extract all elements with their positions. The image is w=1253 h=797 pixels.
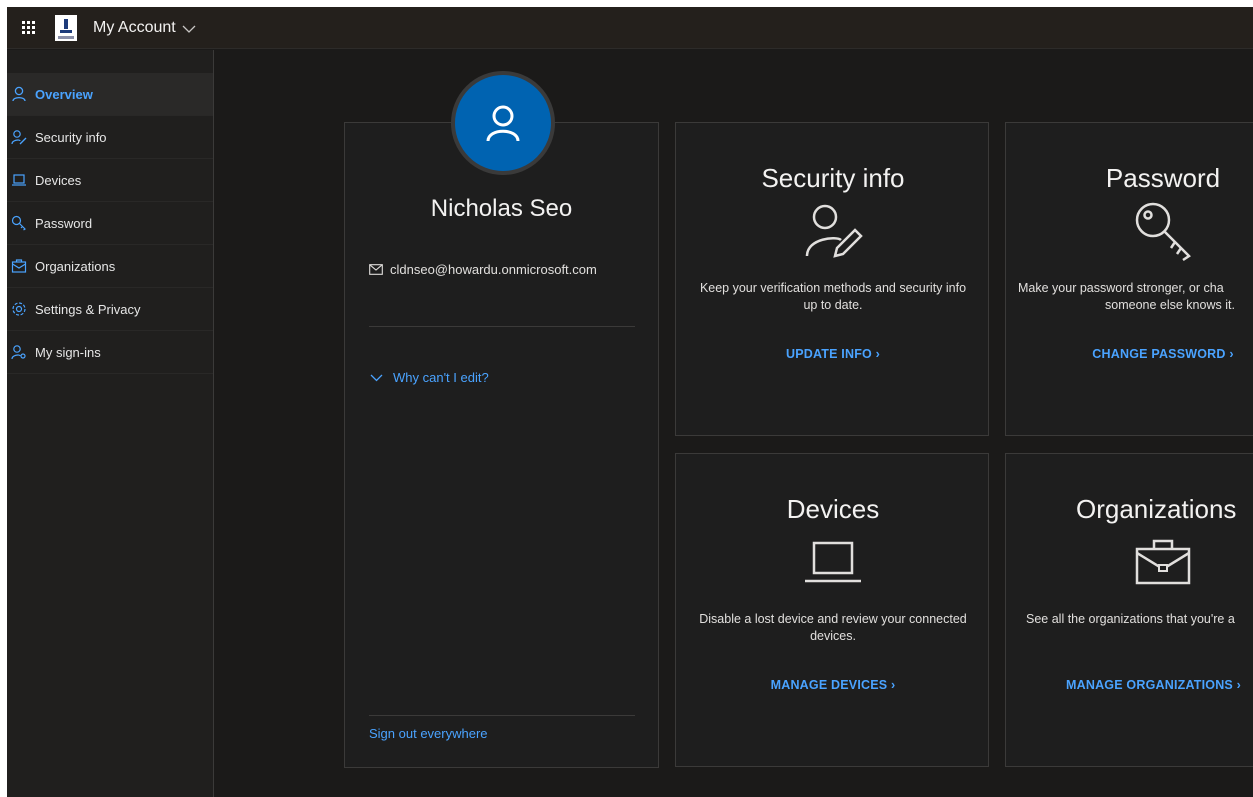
manage-devices-link[interactable]: MANAGE DEVICES › — [676, 678, 990, 692]
sidebar: Overview Security info Devices Password … — [7, 50, 214, 797]
description-line: someone else knows it. — [1105, 298, 1235, 312]
person-key-icon — [11, 129, 27, 145]
divider — [369, 715, 635, 716]
sidebar-item-devices[interactable]: Devices — [7, 159, 213, 202]
laptop-icon — [798, 526, 868, 596]
sign-out-everywhere-link[interactable]: Sign out everywhere — [369, 726, 488, 741]
chevron-down-icon — [370, 374, 383, 381]
sidebar-item-settings-privacy[interactable]: Settings & Privacy — [7, 288, 213, 331]
security-info-card: Security info Keep your verification met… — [675, 122, 989, 436]
avatar — [451, 71, 555, 175]
sidebar-item-label: Organizations — [35, 258, 116, 274]
devices-card: Devices Disable a lost device and review… — [675, 453, 989, 767]
sidebar-item-my-sign-ins[interactable]: My sign-ins — [7, 331, 213, 374]
password-card: Password Make your password stronger, or… — [1005, 122, 1253, 436]
description-line: Make your password stronger, or cha — [1018, 281, 1224, 295]
app-window: My Account Overview Security info Device… — [7, 7, 1253, 797]
organizations-card: Organizations See all the organizations … — [1005, 453, 1253, 767]
briefcase-icon — [11, 258, 27, 274]
profile-email: cldnseo@howardu.onmicrosoft.com — [369, 262, 597, 277]
app-launcher-button[interactable] — [7, 7, 49, 49]
mail-icon — [369, 264, 383, 275]
card-description: Keep your verification methods and secur… — [699, 281, 967, 312]
sidebar-item-label: Password — [35, 215, 93, 231]
why-cant-i-edit-toggle[interactable]: Why can't I edit? — [370, 370, 489, 385]
card-title: Devices — [786, 494, 880, 524]
email-text: cldnseo@howardu.onmicrosoft.com — [390, 262, 597, 277]
person-key-icon — [11, 344, 27, 360]
chevron-right-icon: › — [1229, 347, 1234, 361]
app-title: My Account — [93, 18, 176, 36]
card-description: Disable a lost device and review your co… — [699, 612, 967, 643]
gear-icon — [11, 301, 27, 317]
card-title: Organizations — [1076, 494, 1237, 524]
profile-card: Nicholas Seo cldnseo@howardu.onmicrosoft… — [344, 122, 659, 768]
person-pen-icon — [798, 195, 868, 265]
sidebar-item-organizations[interactable]: Organizations — [7, 245, 213, 288]
why-edit-label: Why can't I edit? — [393, 370, 489, 385]
laptop-icon — [11, 172, 27, 188]
card-title: Password — [1105, 163, 1221, 193]
change-password-link[interactable]: CHANGE PASSWORD › — [1006, 347, 1253, 361]
manage-organizations-link[interactable]: MANAGE ORGANIZATIONS › — [1066, 678, 1241, 692]
card-description: Make your password stronger, or cha some… — [1018, 280, 1235, 314]
sidebar-item-label: My sign-ins — [35, 344, 101, 360]
divider — [369, 326, 635, 327]
chevron-right-icon: › — [875, 347, 881, 361]
person-icon — [11, 86, 27, 102]
sidebar-item-security-info[interactable]: Security info — [7, 116, 213, 159]
sidebar-item-password[interactable]: Password — [7, 202, 213, 245]
university-logo — [55, 14, 77, 41]
key-icon — [11, 215, 27, 231]
person-icon — [486, 105, 520, 142]
top-bar: My Account — [7, 7, 1253, 49]
sidebar-item-overview[interactable]: Overview — [7, 73, 213, 116]
profile-name: Nicholas Seo — [430, 195, 573, 222]
manage-organizations-label: MANAGE ORGANIZATIONS — [1066, 678, 1233, 692]
update-info-label: UPDATE INFO — [785, 347, 872, 361]
change-password-label: CHANGE PASSWORD — [1092, 347, 1226, 361]
key-icon — [1128, 195, 1198, 265]
sidebar-item-label: Settings & Privacy — [35, 301, 141, 317]
manage-devices-label: MANAGE DEVICES — [770, 678, 888, 692]
chevron-right-icon: › — [1236, 678, 1242, 692]
sidebar-item-label: Security info — [35, 129, 107, 145]
chevron-down-icon — [182, 25, 196, 33]
card-description: See all the organizations that you're a — [1026, 612, 1235, 626]
briefcase-icon — [1128, 526, 1198, 596]
update-info-link[interactable]: UPDATE INFO › — [676, 347, 990, 361]
chevron-right-icon: › — [891, 678, 896, 692]
waffle-icon — [21, 21, 35, 34]
card-title: Security info — [761, 163, 905, 193]
my-account-menu[interactable]: My Account — [93, 19, 196, 37]
sidebar-item-label: Overview — [35, 86, 93, 102]
sidebar-item-label: Devices — [35, 172, 82, 188]
